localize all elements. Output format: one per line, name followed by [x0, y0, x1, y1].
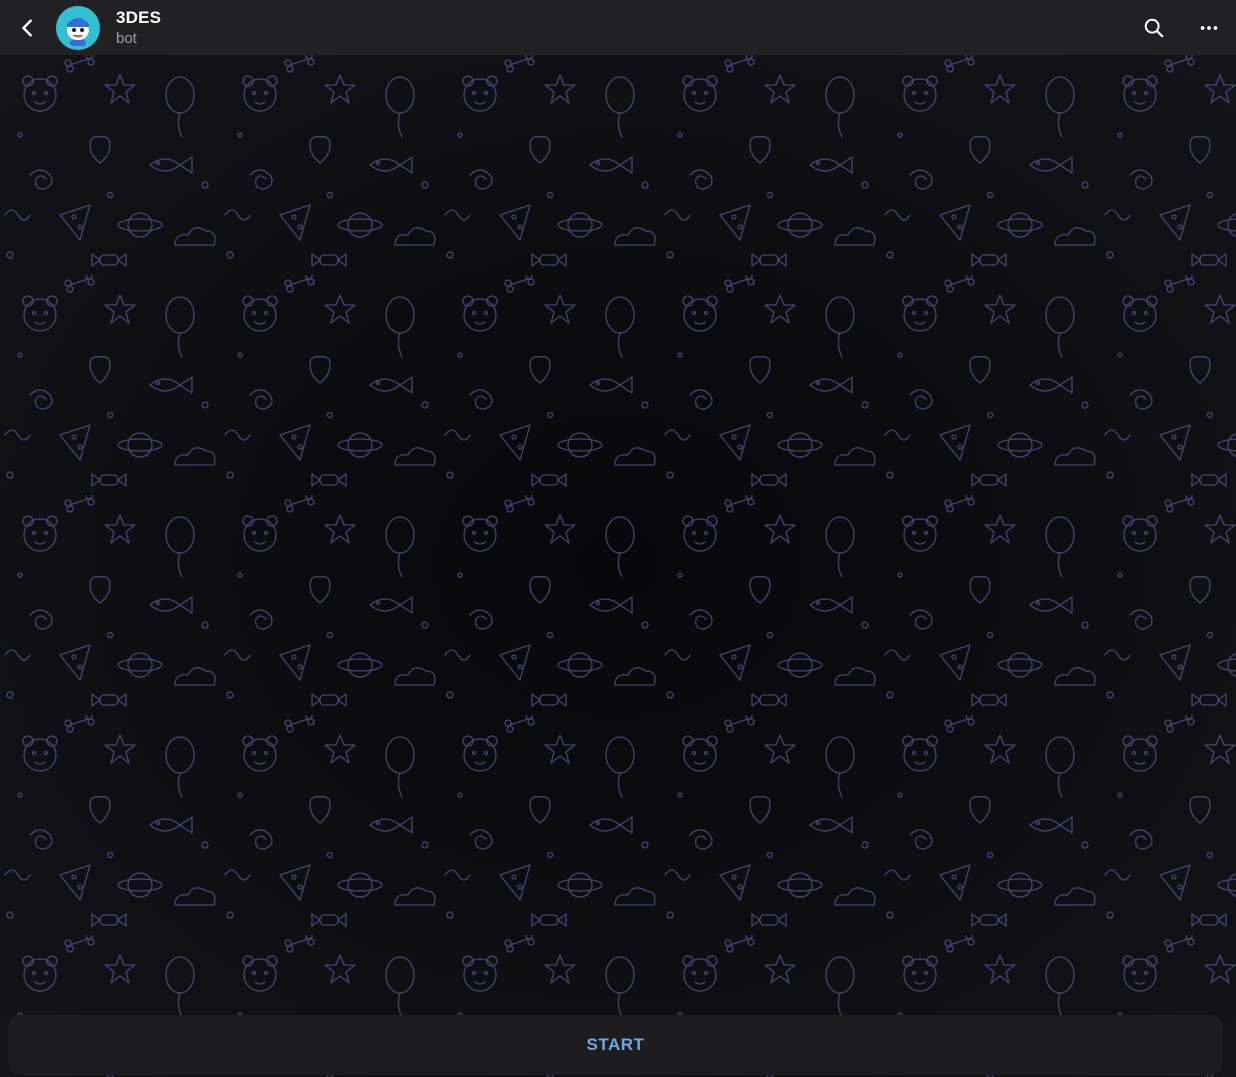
chat-title: 3DES	[116, 7, 162, 27]
chat-header: 3DES bot	[0, 0, 1236, 55]
search-button[interactable]	[1126, 0, 1181, 55]
chat-window: 3DES bot START	[0, 0, 1236, 1077]
chat-background	[0, 55, 1236, 1077]
chat-subtitle: bot	[116, 29, 137, 47]
doodle-pattern	[0, 55, 1236, 1077]
chevron-left-icon	[22, 18, 32, 37]
avatar[interactable]	[56, 5, 100, 50]
chat-title-block[interactable]: 3DES bot	[116, 0, 161, 55]
more-button[interactable]	[1181, 0, 1236, 55]
bot-avatar-icon	[56, 5, 100, 50]
start-button[interactable]: START	[8, 1015, 1223, 1075]
header-actions	[1126, 0, 1236, 55]
back-button[interactable]	[0, 0, 56, 55]
search-icon	[1144, 18, 1163, 37]
start-button-label: START	[586, 1035, 645, 1054]
more-horizontal-icon	[1200, 25, 1217, 30]
